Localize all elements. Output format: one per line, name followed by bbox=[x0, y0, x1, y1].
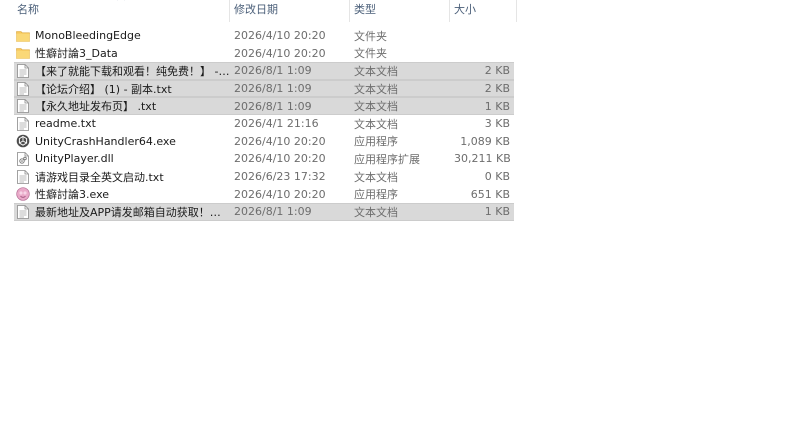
folder-icon bbox=[16, 29, 30, 43]
file-type: 应用程序 bbox=[354, 135, 398, 149]
unity-app-icon bbox=[16, 134, 30, 148]
file-type: 文本文档 bbox=[354, 117, 398, 131]
column-header-date-label: 修改日期 bbox=[234, 3, 278, 16]
file-size: 1 KB bbox=[484, 205, 510, 219]
folder-icon bbox=[16, 46, 30, 60]
file-type: 文本文档 bbox=[354, 205, 398, 219]
file-size: 1 KB bbox=[484, 99, 510, 113]
file-modified-date: 2026/4/10 20:20 bbox=[234, 29, 326, 43]
sort-ascending-icon bbox=[117, 0, 125, 1]
file-type: 应用程序扩展 bbox=[354, 152, 420, 166]
column-header-bar: 名称 修改日期 类型 大小 bbox=[0, 0, 517, 22]
file-name: 请游戏目录全英文启动.txt bbox=[35, 170, 164, 184]
column-header-date[interactable]: 修改日期 bbox=[230, 0, 350, 22]
file-name: 【来了就能下载和观看！纯免费！】 - 副... bbox=[35, 64, 230, 78]
file-modified-date: 2026/8/1 1:09 bbox=[234, 82, 312, 96]
file-name: 性癖討論3.exe bbox=[35, 188, 110, 202]
column-header-size[interactable]: 大小 bbox=[450, 0, 517, 22]
text-file-icon bbox=[16, 169, 30, 184]
file-name: 最新地址及APP请发邮箱自动获取！！！... bbox=[35, 205, 230, 219]
file-modified-date: 2026/4/10 20:20 bbox=[234, 134, 326, 148]
file-type: 文件夹 bbox=[354, 29, 387, 43]
file-type: 文本文档 bbox=[354, 82, 398, 96]
file-modified-date: 2026/8/1 1:09 bbox=[234, 64, 312, 78]
file-modified-date: 2026/4/10 20:20 bbox=[234, 187, 326, 201]
file-row[interactable]: UnityPlayer.dll 2026/4/10 20:20 应用程序扩展 3… bbox=[14, 150, 514, 168]
file-row[interactable]: 【论坛介绍】 (1) - 副本.txt 2026/8/1 1:09 文本文档 2… bbox=[14, 79, 514, 98]
file-modified-date: 2026/4/1 21:16 bbox=[234, 117, 319, 131]
file-name: MonoBleedingEdge bbox=[35, 29, 141, 43]
column-header-size-label: 大小 bbox=[454, 3, 476, 16]
file-modified-date: 2026/8/1 1:09 bbox=[234, 99, 312, 113]
file-type: 应用程序 bbox=[354, 188, 398, 202]
file-modified-date: 2026/4/10 20:20 bbox=[234, 152, 326, 166]
file-modified-date: 2026/8/1 1:09 bbox=[234, 205, 312, 219]
file-modified-date: 2026/4/10 20:20 bbox=[234, 46, 326, 60]
file-row[interactable]: UnityCrashHandler64.exe 2026/4/10 20:20 … bbox=[14, 133, 514, 151]
column-divider[interactable] bbox=[516, 0, 517, 22]
file-type: 文本文档 bbox=[354, 64, 398, 78]
column-header-type[interactable]: 类型 bbox=[350, 0, 450, 22]
file-name: 性癖討論3_Data bbox=[35, 47, 118, 61]
text-file-icon bbox=[16, 64, 30, 78]
dll-file-icon bbox=[16, 152, 30, 166]
game-app-icon bbox=[16, 187, 30, 201]
column-header-type-label: 类型 bbox=[354, 3, 376, 16]
file-row[interactable]: 最新地址及APP请发邮箱自动获取！！！... 2026/8/1 1:09 文本文… bbox=[14, 202, 514, 221]
file-size: 0 KB bbox=[484, 170, 510, 184]
file-size: 1,089 KB bbox=[460, 134, 510, 148]
file-row[interactable]: readme.txt 2026/4/1 21:16 文本文档 3 KB bbox=[14, 115, 514, 133]
file-name: 【永久地址发布页】 .txt bbox=[35, 100, 157, 114]
file-explorer-pane: 名称 修改日期 类型 大小 MonoBleedingEdge 2026/4/10… bbox=[0, 0, 800, 428]
file-size: 2 KB bbox=[484, 64, 510, 78]
file-name: readme.txt bbox=[35, 117, 96, 131]
file-row[interactable]: 性癖討論3_Data 2026/4/10 20:20 文件夹 bbox=[14, 45, 514, 63]
file-row[interactable]: MonoBleedingEdge 2026/4/10 20:20 文件夹 bbox=[14, 27, 514, 45]
file-size: 30,211 KB bbox=[454, 152, 511, 166]
text-file-icon bbox=[16, 204, 30, 219]
file-size: 3 KB bbox=[484, 117, 510, 131]
column-header-name-label: 名称 bbox=[17, 3, 39, 16]
text-file-icon bbox=[16, 116, 30, 131]
file-row[interactable]: 【来了就能下载和观看！纯免费！】 - 副... 2026/8/1 1:09 文本… bbox=[14, 62, 514, 80]
text-file-icon bbox=[16, 99, 30, 114]
file-size: 651 KB bbox=[470, 187, 510, 201]
file-name: UnityPlayer.dll bbox=[35, 152, 114, 166]
column-header-name[interactable]: 名称 bbox=[0, 0, 230, 22]
text-file-icon bbox=[16, 81, 30, 96]
file-row[interactable]: 性癖討論3.exe 2026/4/10 20:20 应用程序 651 KB bbox=[14, 185, 514, 203]
file-row[interactable]: 请游戏目录全英文启动.txt 2026/6/23 17:32 文本文档 0 KB bbox=[14, 168, 514, 186]
file-type: 文件夹 bbox=[354, 47, 387, 61]
file-type: 文本文档 bbox=[354, 100, 398, 114]
file-modified-date: 2026/6/23 17:32 bbox=[234, 170, 326, 184]
file-size: 2 KB bbox=[484, 82, 510, 96]
file-name: UnityCrashHandler64.exe bbox=[35, 134, 176, 148]
file-row[interactable]: 【永久地址发布页】 .txt 2026/8/1 1:09 文本文档 1 KB bbox=[14, 97, 514, 115]
file-type: 文本文档 bbox=[354, 170, 398, 184]
file-list: MonoBleedingEdge 2026/4/10 20:20 文件夹 性癖討… bbox=[14, 27, 514, 221]
file-name: 【论坛介绍】 (1) - 副本.txt bbox=[35, 82, 172, 96]
